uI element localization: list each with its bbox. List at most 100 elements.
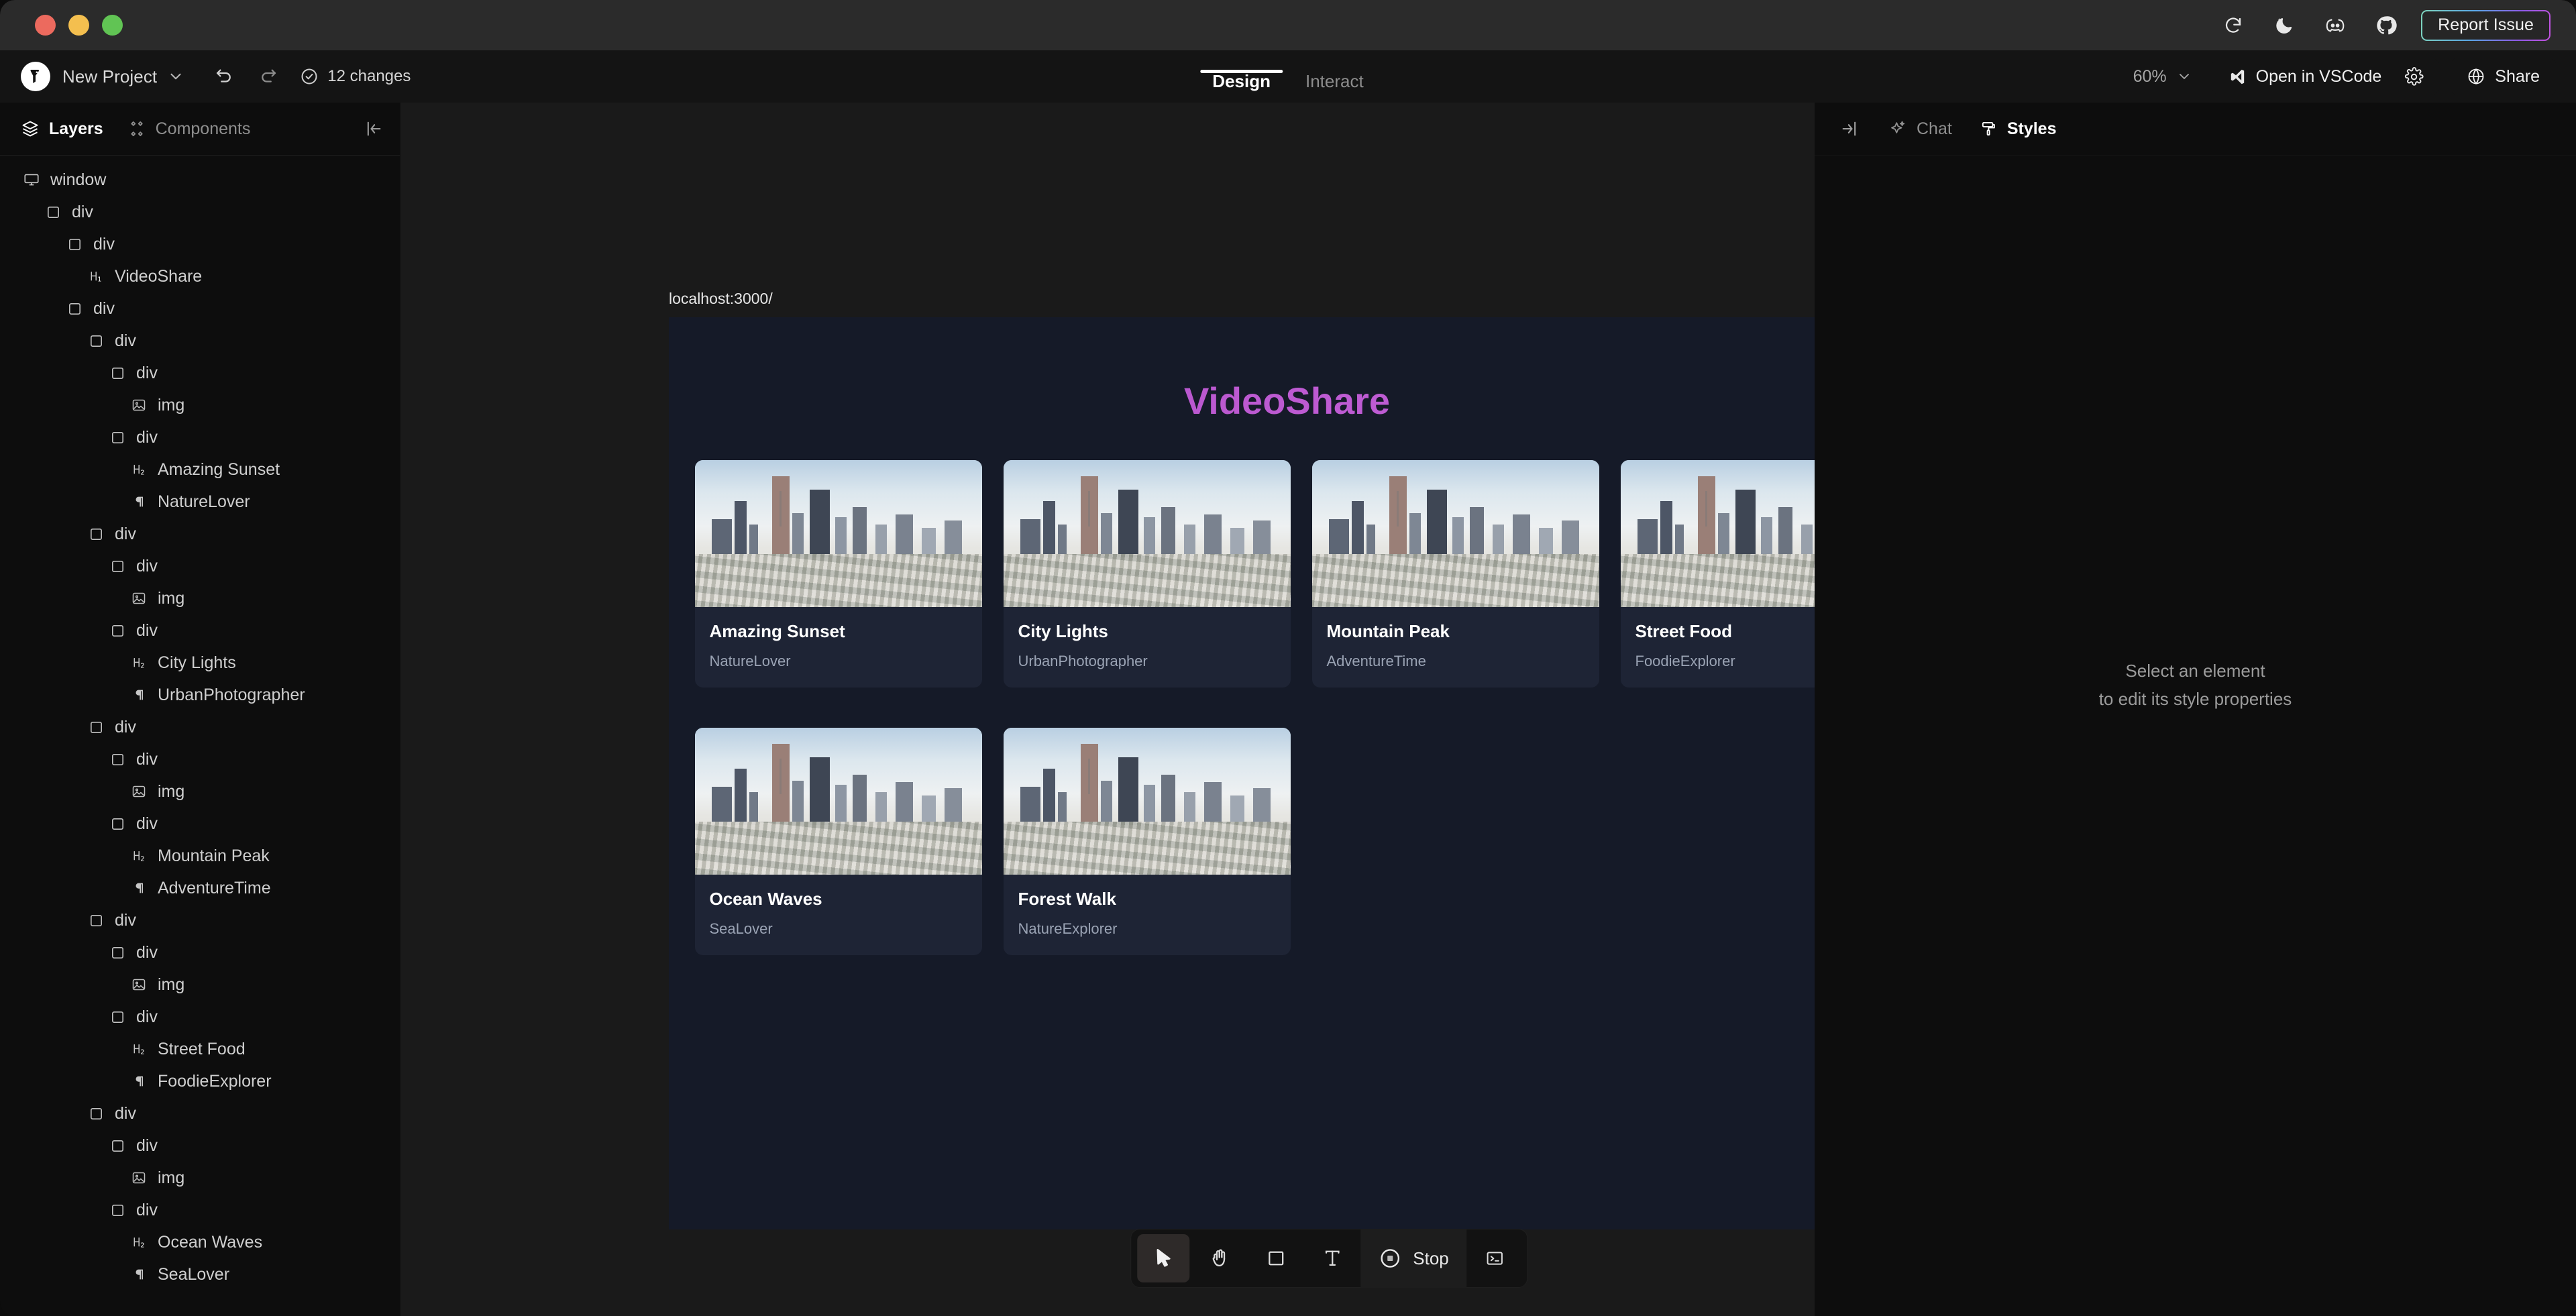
video-card[interactable]: City Lights UrbanPhotographer xyxy=(1003,460,1291,688)
layer-tree-row[interactable]: img xyxy=(0,389,400,421)
div-icon xyxy=(106,812,129,835)
layer-tree-row[interactable]: NatureLover xyxy=(0,486,400,518)
video-card[interactable]: Ocean Waves SeaLover xyxy=(694,728,982,955)
close-window-button[interactable] xyxy=(35,15,56,36)
layer-tree-row[interactable]: div xyxy=(0,936,400,969)
layer-tree-row[interactable]: 2 Mountain Peak xyxy=(0,840,400,872)
undo-button[interactable] xyxy=(202,56,246,97)
project-name[interactable]: New Project xyxy=(62,66,157,87)
redo-button[interactable] xyxy=(246,56,290,97)
svg-text:2: 2 xyxy=(140,855,144,863)
terminal-button[interactable] xyxy=(1468,1234,1521,1282)
window-icon xyxy=(20,168,43,191)
styles-panel: Chat Styles Select an element to edit it… xyxy=(1815,103,2576,1316)
layer-tree-row[interactable]: div xyxy=(0,1097,400,1130)
layer-tree-row[interactable]: div xyxy=(0,292,400,325)
open-in-vscode-button[interactable]: Open in VSCode xyxy=(2216,59,2394,94)
p-icon xyxy=(127,683,150,706)
layer-tree-row[interactable]: div xyxy=(0,808,400,840)
collapse-left-icon[interactable] xyxy=(364,119,383,138)
video-card[interactable]: Mountain Peak AdventureTime xyxy=(1311,460,1599,688)
layer-tree-row[interactable]: div xyxy=(0,743,400,775)
layer-tree-row[interactable]: div xyxy=(0,614,400,647)
layer-label: Mountain Peak xyxy=(158,846,270,865)
layer-tree-row[interactable]: div xyxy=(0,904,400,936)
chevron-down-icon[interactable] xyxy=(167,68,184,85)
stop-button[interactable]: Stop xyxy=(1360,1229,1466,1288)
share-button[interactable]: Share xyxy=(2455,59,2552,94)
vscode-icon xyxy=(2229,68,2247,86)
layer-tree-row[interactable]: div xyxy=(0,1194,400,1226)
layer-tree-row[interactable]: div xyxy=(0,421,400,453)
frame-url-bar[interactable]: localhost:3000/ xyxy=(669,285,1905,312)
hand-tool-button[interactable] xyxy=(1193,1234,1246,1282)
layer-tree-row[interactable]: AdventureTime xyxy=(0,872,400,904)
minimize-window-button[interactable] xyxy=(68,15,89,36)
layer-tree-row[interactable]: 2 Ocean Waves xyxy=(0,1226,400,1258)
video-card-author: UrbanPhotographer xyxy=(1018,653,1148,669)
tab-components[interactable]: Components xyxy=(127,119,250,139)
layer-tree-row[interactable]: FoodieExplorer xyxy=(0,1065,400,1097)
video-thumbnail xyxy=(1311,460,1599,607)
layer-tree-row[interactable]: 1 VideoShare xyxy=(0,260,400,292)
layer-tree-row[interactable]: div xyxy=(0,550,400,582)
vscode-settings-button[interactable] xyxy=(2394,59,2434,94)
layer-tree-row[interactable]: img xyxy=(0,969,400,1001)
layer-tree-row[interactable]: div xyxy=(0,357,400,389)
maximize-window-button[interactable] xyxy=(102,15,123,36)
layer-label: Ocean Waves xyxy=(158,1232,263,1252)
layer-tree-row[interactable]: 2 Amazing Sunset xyxy=(0,453,400,486)
div-icon xyxy=(63,297,86,320)
rectangle-tool-button[interactable] xyxy=(1250,1234,1302,1282)
img-icon xyxy=(127,394,150,417)
layer-tree-row[interactable]: img xyxy=(0,1162,400,1194)
layer-tree-row[interactable]: UrbanPhotographer xyxy=(0,679,400,711)
report-issue-button[interactable]: Report Issue xyxy=(2421,9,2551,41)
preview-frame[interactable]: VideoShare Amazing Sunset NatureLover Ci… xyxy=(669,317,1905,1229)
layer-tree-row[interactable]: 2 Street Food xyxy=(0,1033,400,1065)
video-card-author: NatureExplorer xyxy=(1018,920,1118,937)
changes-indicator[interactable]: 12 changes xyxy=(300,67,411,86)
layer-tree-row[interactable]: SeaLover xyxy=(0,1258,400,1291)
tab-chat[interactable]: Chat xyxy=(1888,119,1952,139)
layer-label: NatureLover xyxy=(158,492,250,511)
github-icon[interactable] xyxy=(2361,0,2412,50)
img-icon xyxy=(127,587,150,610)
layer-tree-row[interactable]: img xyxy=(0,582,400,614)
layer-tree-row[interactable]: img xyxy=(0,775,400,808)
project-avatar[interactable] xyxy=(21,62,50,91)
layer-tree-row[interactable]: div xyxy=(0,325,400,357)
video-card[interactable]: Forest Walk NatureExplorer xyxy=(1003,728,1291,955)
layer-label: div xyxy=(136,427,158,447)
tab-layers[interactable]: Layers xyxy=(21,119,103,139)
layer-tree-row[interactable]: window xyxy=(0,164,400,196)
styles-panel-header: Chat Styles xyxy=(1815,103,2576,156)
h2-icon: 2 xyxy=(127,651,150,674)
layer-tree-row[interactable]: div xyxy=(0,518,400,550)
discord-icon[interactable] xyxy=(2310,0,2361,50)
div-icon xyxy=(63,233,86,256)
refresh-icon[interactable] xyxy=(2208,0,2259,50)
video-card[interactable]: Amazing Sunset NatureLover xyxy=(694,460,982,688)
moon-stars-icon[interactable] xyxy=(2259,0,2310,50)
video-thumbnail xyxy=(694,728,982,875)
layer-tree-row[interactable]: div xyxy=(0,711,400,743)
video-card-body: Ocean Waves SeaLover xyxy=(695,875,982,955)
layer-label: div xyxy=(72,202,93,221)
layer-label: div xyxy=(115,331,136,350)
svg-text:2: 2 xyxy=(140,1048,144,1056)
tab-styles[interactable]: Styles xyxy=(1979,119,2056,139)
tab-interact[interactable]: Interact xyxy=(1288,71,1381,103)
gear-icon xyxy=(2404,66,2424,87)
layer-tree-row[interactable]: div xyxy=(0,1130,400,1162)
tab-design[interactable]: Design xyxy=(1195,70,1288,103)
layer-tree-row[interactable]: div xyxy=(0,228,400,260)
text-tool-button[interactable] xyxy=(1306,1234,1358,1282)
zoom-control[interactable]: 60% xyxy=(2133,67,2192,87)
layer-tree-row[interactable]: div xyxy=(0,1001,400,1033)
collapse-right-icon[interactable] xyxy=(1840,119,1859,138)
h1-icon: 1 xyxy=(85,265,107,288)
layer-tree-row[interactable]: 2 City Lights xyxy=(0,647,400,679)
layer-tree-row[interactable]: div xyxy=(0,196,400,228)
cursor-tool-button[interactable] xyxy=(1137,1234,1190,1282)
